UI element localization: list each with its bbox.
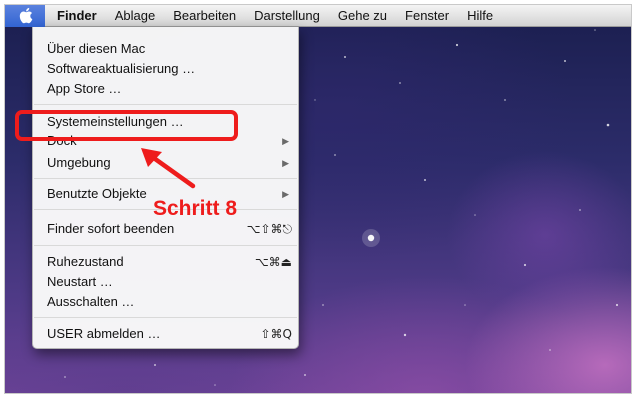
menu-item-ausschalten[interactable]: Ausschalten … [33,292,298,312]
menu-item-label: USER abmelden … [47,326,161,341]
menu-item-label: App Store … [47,81,122,96]
menu-item-label: Neustart … [47,274,113,289]
annotation-step-label: Schritt 8 [153,197,238,220]
menu-bearbeiten[interactable]: Bearbeiten [164,5,245,27]
menu-fenster[interactable]: Fenster [396,5,458,27]
menu-item-ruhezustand[interactable]: Ruhezustand ⌥⌘⏏ [33,252,298,272]
menu-bar: Finder Ablage Bearbeiten Darstellung Geh… [5,5,631,27]
menu-item-label: Umgebung [47,155,111,170]
menu-ablage[interactable]: Ablage [106,5,164,27]
apple-logo-icon [19,7,32,24]
menu-finder[interactable]: Finder [45,5,106,27]
menu-darstellung[interactable]: Darstellung [245,5,329,27]
menu-separator [34,245,297,246]
annotation-highlight-box [15,110,238,141]
menu-separator [34,104,297,105]
menu-item-neustart[interactable]: Neustart … [33,272,298,292]
menu-item-ueber-diesen-mac[interactable]: Über diesen Mac [33,39,298,59]
keyboard-shortcut: ⌥⌘⏏ [254,255,292,269]
submenu-arrow-icon: ▶ [282,136,289,145]
menu-separator [34,317,297,318]
submenu-arrow-icon: ▶ [282,158,289,168]
menu-item-app-store[interactable]: App Store … [33,79,298,99]
desktop-screenshot: Finder Ablage Bearbeiten Darstellung Geh… [4,4,632,394]
keyboard-shortcut: ⌥⇧⌘⎋ [246,222,292,236]
menu-item-label: Über diesen Mac [47,41,146,56]
menu-item-user-abmelden[interactable]: USER abmelden … ⇧⌘Q [33,324,298,344]
menu-item-label: Ausschalten … [47,294,135,309]
menu-item-label: Ruhezustand [47,254,124,269]
menu-item-finder-sofort-beenden[interactable]: Finder sofort beenden ⌥⇧⌘⎋ [33,219,298,239]
menu-item-label: Benutzte Objekte [47,186,147,201]
menu-item-label: Finder sofort beenden [47,221,175,236]
apple-menu-button[interactable] [5,5,45,27]
menu-item-label: Softwareaktualisierung … [47,61,196,76]
annotation-arrow-icon [141,148,196,189]
menu-item-softwareaktualisierung[interactable]: Softwareaktualisierung … [33,59,298,79]
menu-gehe-zu[interactable]: Gehe zu [329,5,396,27]
menu-hilfe[interactable]: Hilfe [458,5,502,27]
submenu-arrow-icon: ▶ [282,189,289,199]
keyboard-shortcut: ⇧⌘Q [260,327,293,341]
